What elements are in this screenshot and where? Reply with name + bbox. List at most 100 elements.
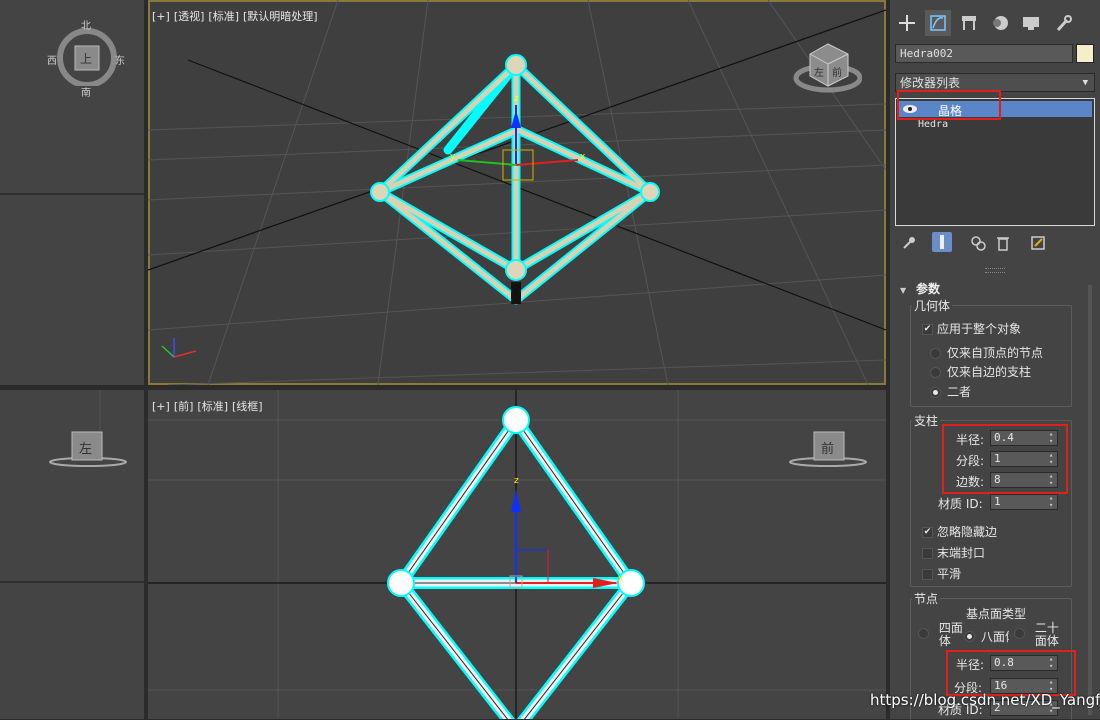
- radio-selected-icon: [930, 387, 941, 398]
- checkbox-icon: [922, 569, 933, 580]
- motion-tab[interactable]: [987, 10, 1013, 36]
- pin-stack-icon[interactable]: [902, 236, 916, 250]
- radio-tetra[interactable]: 四面体: [918, 622, 965, 648]
- plus-icon: [899, 15, 915, 31]
- rollout-title: 参数: [915, 282, 940, 296]
- checkbox-ignore-hidden[interactable]: ✔ 忽略隐藏边: [922, 523, 997, 540]
- strut-matid-spinner[interactable]: 1: [990, 494, 1058, 510]
- radio-icon: [1014, 628, 1025, 639]
- front-scene: [148, 390, 886, 719]
- hierarchy-tab[interactable]: [956, 10, 982, 36]
- show-result-icon: [940, 235, 944, 249]
- viewcube[interactable]: 左 前: [792, 36, 863, 100]
- front-gizmo-x-label: x: [618, 574, 624, 584]
- vp-menu-shading[interactable]: [线框]: [232, 400, 263, 413]
- highlight-stack-item: [897, 90, 1001, 120]
- modifier-list-label: 修改器列表: [900, 76, 961, 90]
- vp-menu-view[interactable]: [透视]: [174, 10, 205, 23]
- radio-struts-only[interactable]: 仅来自边的支柱: [930, 363, 1031, 380]
- compass-south: 南: [81, 88, 91, 99]
- vp-menu-plus[interactable]: [+]: [152, 10, 170, 23]
- checkbox-apply-whole[interactable]: ✔ 应用于整个对象: [922, 320, 1021, 337]
- stack-item-hedra[interactable]: Hedra: [918, 119, 948, 130]
- monitor-icon: [1023, 17, 1039, 30]
- octa-label: 八面体: [981, 630, 1009, 644]
- viewport-perspective[interactable]: [+] [透视] [标准] [默认明暗处理] z x y 左 前: [148, 0, 886, 385]
- viewport-front[interactable]: [+] [前] [标准] [线框] z x 前: [148, 390, 886, 719]
- compass-east: 东: [115, 56, 125, 67]
- vp-menu-view[interactable]: [前]: [174, 400, 194, 413]
- strut-matid-label: 材质 ID:: [938, 497, 983, 511]
- modify-icon: [930, 15, 946, 31]
- utilities-tab[interactable]: [1050, 10, 1076, 36]
- create-tab[interactable]: [894, 10, 920, 36]
- viewport-top[interactable]: 上 北 南 东 西: [0, 0, 144, 385]
- gizmo-y-label: y: [450, 152, 456, 162]
- group-struts-title: 支柱: [912, 412, 941, 429]
- smooth-label: 平滑: [937, 567, 962, 581]
- vp-menu-standard[interactable]: [标准]: [208, 10, 239, 23]
- front-viewport-label[interactable]: [+] [前] [标准] [线框]: [152, 398, 267, 414]
- nodes-only-label: 仅来自顶点的节点: [947, 346, 1044, 360]
- vp-menu-standard[interactable]: [标准]: [197, 400, 228, 413]
- radio-icon: [930, 367, 941, 378]
- left-viewcube-label[interactable]: 左: [79, 438, 92, 457]
- group-geometry-title: 几何体: [912, 297, 953, 314]
- view-compass[interactable]: 上 北 南 东 西: [47, 21, 125, 99]
- panel-scrollbar[interactable]: [1088, 285, 1092, 715]
- radio-icon: [918, 628, 929, 639]
- checkbox-checked-icon: ✔: [922, 527, 933, 538]
- gizmo-x-label: x: [580, 152, 586, 162]
- icosa-label: 二十面体: [1034, 621, 1059, 648]
- front-viewcube-label: 前: [821, 442, 835, 457]
- show-end-result-button[interactable]: [932, 232, 952, 252]
- display-tab[interactable]: [1018, 10, 1044, 36]
- wrench-icon: [1056, 15, 1072, 32]
- checkbox-icon: [922, 548, 933, 559]
- radio-octa[interactable]: 八面体: [964, 628, 1009, 645]
- front-viewcube[interactable]: 前: [788, 428, 870, 468]
- rollout-header-parameters[interactable]: ▼ 参数: [900, 280, 1080, 296]
- object-color-swatch[interactable]: [1076, 44, 1094, 63]
- rollout-divider-handle[interactable]: [985, 268, 1005, 273]
- command-panel: Hedra002 修改器列表 ▼ 晶格 Hedra ▼ 参数 几何体 ✔ 应用于整…: [890, 0, 1100, 720]
- viewcube-front-face: 前: [832, 68, 842, 79]
- apply-whole-label: 应用于整个对象: [937, 322, 1022, 336]
- modify-tab[interactable]: [925, 10, 951, 36]
- trash-icon[interactable]: [996, 235, 1010, 251]
- radio-icosa[interactable]: 二十面体: [1014, 622, 1061, 648]
- checkbox-end-caps[interactable]: 末端封口: [922, 544, 985, 561]
- radio-nodes-only[interactable]: 仅来自顶点的节点: [930, 344, 1043, 361]
- compass-center-label: 上: [80, 52, 93, 66]
- vp-menu-shading[interactable]: [默认明暗处理]: [243, 10, 318, 23]
- tetra-label: 四面体: [938, 621, 963, 648]
- both-label: 二者: [947, 385, 972, 399]
- compass-west: 西: [47, 56, 57, 67]
- hierarchy-icon: [962, 16, 976, 30]
- highlight-joint-params: [946, 650, 1076, 696]
- chevron-down-icon: ▼: [1082, 78, 1088, 88]
- radio-icon: [930, 348, 941, 359]
- front-gizmo-z-label: z: [514, 476, 519, 486]
- configure-sets-icon[interactable]: [1030, 235, 1046, 251]
- radio-both[interactable]: 二者: [930, 383, 971, 400]
- struts-only-label: 仅来自边的支柱: [947, 365, 1032, 379]
- viewport-left[interactable]: 左: [0, 390, 144, 719]
- object-name-field[interactable]: Hedra002: [895, 44, 1073, 63]
- group-joints-title: 节点: [912, 590, 941, 607]
- perspective-viewport-label[interactable]: [+] [透视] [标准] [默认明暗处理]: [152, 8, 322, 24]
- motion-icon: [993, 16, 1008, 30]
- joint-base-type-label: 基点面类型: [966, 607, 1027, 621]
- radio-selected-icon: [964, 631, 975, 642]
- vp-menu-plus[interactable]: [+]: [152, 400, 170, 413]
- ignore-hidden-label: 忽略隐藏边: [937, 525, 998, 539]
- highlight-strut-params: [942, 424, 1068, 494]
- perspective-scene: [148, 0, 886, 385]
- checkbox-smooth[interactable]: 平滑: [922, 565, 961, 582]
- viewcube-left-face: 左: [814, 68, 824, 79]
- make-unique-icon[interactable]: [970, 235, 986, 251]
- gizmo-z-label: z: [514, 94, 519, 104]
- viewport-left-grid: [0, 390, 144, 583]
- checkbox-checked-icon: ✔: [922, 324, 933, 335]
- compass-north: 北: [81, 21, 91, 32]
